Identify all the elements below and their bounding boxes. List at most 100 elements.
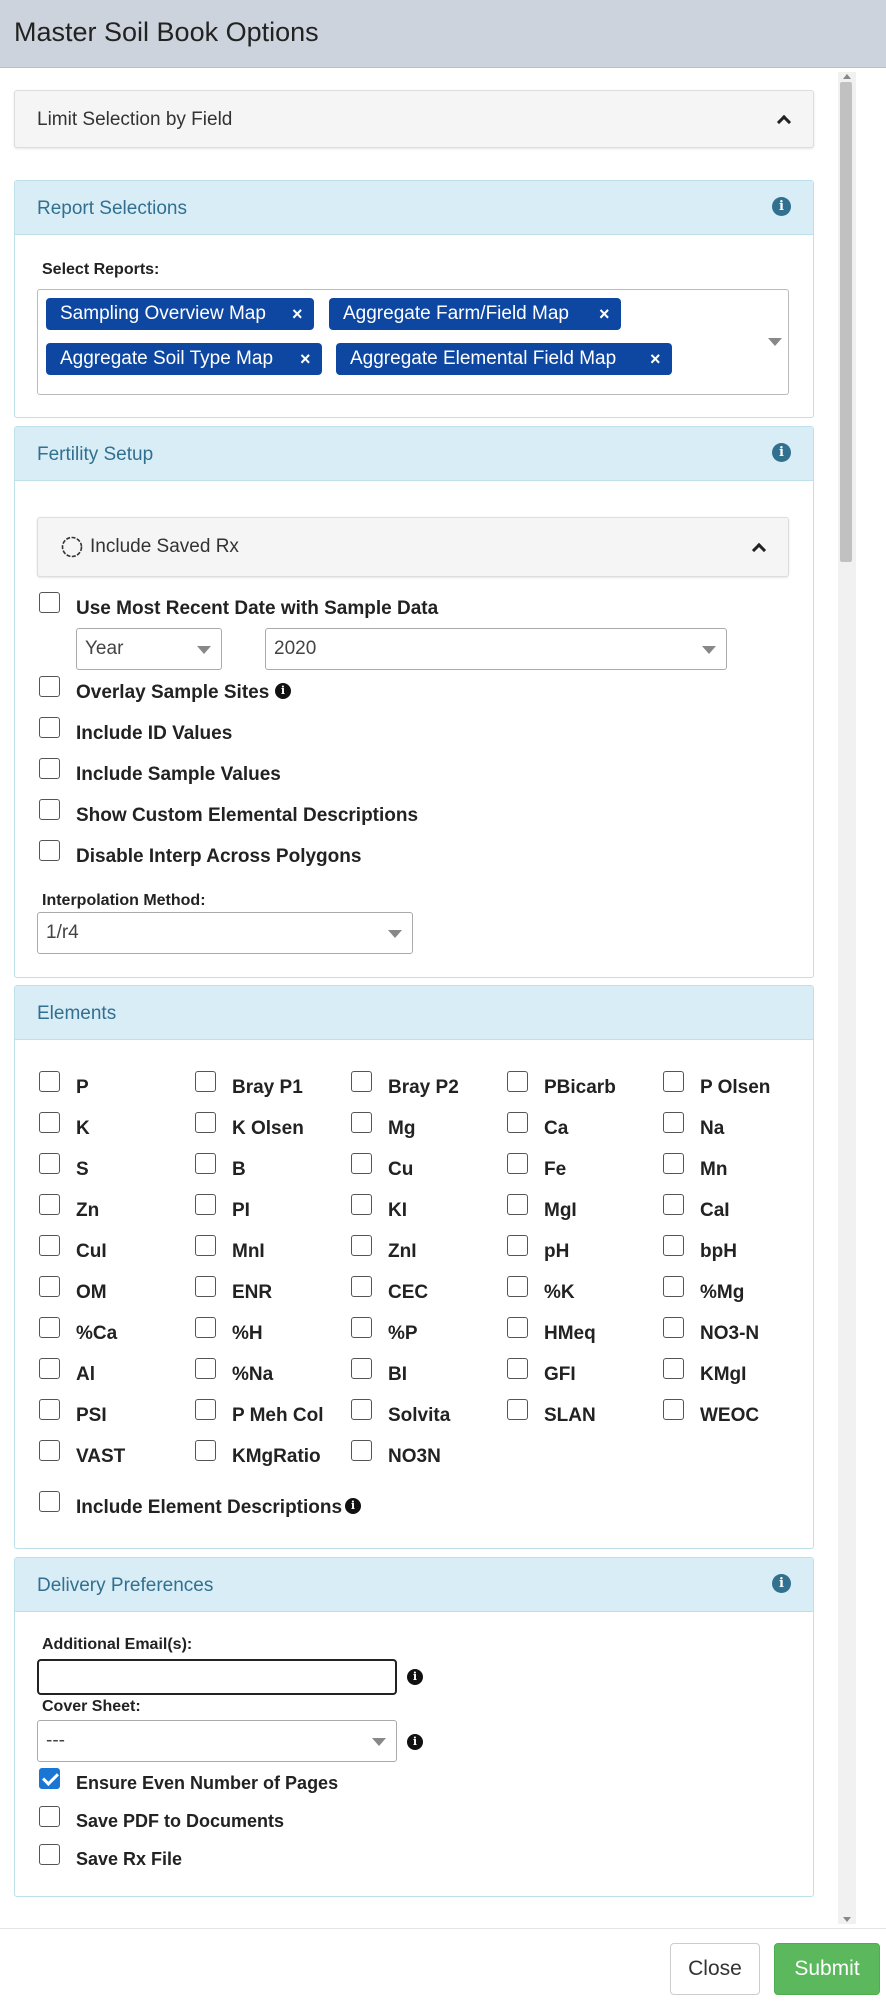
element-label: CuI (76, 1241, 107, 1262)
chevron-up-icon[interactable] (776, 114, 792, 130)
checkbox-element-pct-k[interactable] (507, 1276, 528, 1297)
checkbox-custom-elemental-descriptions[interactable] (39, 799, 60, 820)
element-label: P Meh Col (232, 1405, 324, 1426)
checkbox-element-no3n[interactable] (351, 1440, 372, 1461)
checkbox-element-pct-ca[interactable] (39, 1317, 60, 1338)
checkbox-element-no3-n[interactable] (663, 1317, 684, 1338)
elements-panel: Elements P Bray P1 Bray P2 PBicarb P Olsen K K… (14, 985, 814, 1549)
checkbox-element-zn[interactable] (39, 1194, 60, 1215)
save-rx-file-label: Save Rx File (76, 1849, 183, 1869)
checkbox-element-bi[interactable] (351, 1358, 372, 1379)
checkbox-element-ph[interactable] (507, 1235, 528, 1256)
element-label: MgI (544, 1200, 577, 1221)
checkbox-element-ki[interactable] (351, 1194, 372, 1215)
vertical-scrollbar[interactable] (838, 72, 856, 1924)
element-label: KI (388, 1200, 407, 1221)
element-label: K Olsen (232, 1118, 304, 1139)
checkbox-element-pct-na[interactable] (195, 1358, 216, 1379)
checkbox-element-k[interactable] (39, 1112, 60, 1133)
even-pages-label: Ensure Even Number of Pages (76, 1773, 339, 1793)
checkbox-element-s[interactable] (39, 1153, 60, 1174)
checkbox-element-ca[interactable] (507, 1112, 528, 1133)
checkbox-element-weoc[interactable] (663, 1399, 684, 1420)
checkbox-element-cui[interactable] (39, 1235, 60, 1256)
checkbox-element-solvita[interactable] (351, 1399, 372, 1420)
checkbox-element-mgi[interactable] (507, 1194, 528, 1215)
checkbox-most-recent-date[interactable] (39, 592, 60, 613)
checkbox-element-pct-p[interactable] (351, 1317, 372, 1338)
checkbox-element-pct-h[interactable] (195, 1317, 216, 1338)
scroll-down-arrow-icon[interactable] (843, 1917, 851, 1922)
dropdown-caret-icon[interactable] (768, 338, 782, 346)
checkbox-element-p-olsen[interactable] (663, 1071, 684, 1092)
checkbox-element-hmeq[interactable] (507, 1317, 528, 1338)
checkbox-element-p-meh-col[interactable] (195, 1399, 216, 1420)
checkbox-element-pct-mg[interactable] (663, 1276, 684, 1297)
checkbox-element-zni[interactable] (351, 1235, 372, 1256)
info-icon[interactable]: i (275, 683, 291, 699)
select-reports-multiselect[interactable]: Sampling Overview Map × Aggregate Farm/F… (37, 289, 789, 395)
scrollbar-thumb[interactable] (840, 82, 852, 562)
submit-button[interactable]: Submit (774, 1943, 880, 1995)
checkbox-element-cu[interactable] (351, 1153, 372, 1174)
checkbox-include-id-values[interactable] (39, 717, 60, 738)
additional-emails-input[interactable] (37, 1659, 397, 1695)
checkbox-element-bph[interactable] (663, 1235, 684, 1256)
checkbox-element-bray-p1[interactable] (195, 1071, 216, 1092)
checkbox-element-mn[interactable] (663, 1153, 684, 1174)
interpolation-method-select[interactable]: 1/r4 (37, 912, 413, 954)
info-icon[interactable]: i (407, 1669, 423, 1685)
year-select[interactable]: 2020 (265, 628, 727, 670)
checkbox-element-pbicarb[interactable] (507, 1071, 528, 1092)
checkbox-save-pdf[interactable] (39, 1806, 60, 1827)
limit-selection-panel[interactable]: Limit Selection by Field (14, 90, 814, 148)
element-label: %H (232, 1323, 263, 1344)
include-saved-rx-panel[interactable]: Include Saved Rx (37, 517, 789, 577)
checkbox-element-enr[interactable] (195, 1276, 216, 1297)
checkbox-element-vast[interactable] (39, 1440, 60, 1461)
info-icon[interactable]: i (407, 1734, 423, 1750)
elements-title: Elements (37, 1003, 117, 1024)
checkbox-element-mg[interactable] (351, 1112, 372, 1133)
checkbox-element-k-olsen[interactable] (195, 1112, 216, 1133)
checkbox-element-kmgratio[interactable] (195, 1440, 216, 1461)
checkbox-element-kmgi[interactable] (663, 1358, 684, 1379)
info-icon[interactable]: i (772, 443, 791, 462)
checkbox-element-al[interactable] (39, 1358, 60, 1379)
cover-sheet-select[interactable]: --- (37, 1720, 397, 1762)
remove-tag-icon[interactable]: × (300, 343, 311, 375)
period-select[interactable]: Year (76, 628, 222, 670)
info-icon[interactable]: i (345, 1498, 361, 1514)
remove-tag-icon[interactable]: × (650, 343, 661, 375)
checkbox-element-p[interactable] (39, 1071, 60, 1092)
include-id-values-label: Include ID Values (76, 723, 233, 744)
checkbox-element-mni[interactable] (195, 1235, 216, 1256)
checkbox-disable-interp[interactable] (39, 840, 60, 861)
checkbox-element-pi[interactable] (195, 1194, 216, 1215)
remove-tag-icon[interactable]: × (292, 298, 303, 330)
close-button[interactable]: Close (670, 1943, 760, 1995)
checkbox-element-b[interactable] (195, 1153, 216, 1174)
checkbox-include-element-descriptions[interactable] (39, 1491, 60, 1512)
checkbox-save-rx-file[interactable] (39, 1844, 60, 1865)
checkbox-element-gfi[interactable] (507, 1358, 528, 1379)
checkbox-include-sample-values[interactable] (39, 758, 60, 779)
checkbox-element-cai[interactable] (663, 1194, 684, 1215)
checkbox-element-psi[interactable] (39, 1399, 60, 1420)
scroll-up-arrow-icon[interactable] (843, 74, 851, 79)
checkbox-element-slan[interactable] (507, 1399, 528, 1420)
checkbox-element-om[interactable] (39, 1276, 60, 1297)
chevron-up-icon[interactable] (751, 542, 767, 558)
additional-emails-label: Additional Email(s): (42, 1636, 193, 1653)
element-label: HMeq (544, 1323, 596, 1344)
info-icon[interactable]: i (772, 1574, 791, 1593)
info-icon[interactable]: i (772, 197, 791, 216)
checkbox-element-bray-p2[interactable] (351, 1071, 372, 1092)
overlay-sample-sites-label: Overlay Sample Sites (76, 682, 270, 703)
checkbox-overlay-sample-sites[interactable] (39, 676, 60, 697)
checkbox-element-fe[interactable] (507, 1153, 528, 1174)
checkbox-element-na[interactable] (663, 1112, 684, 1133)
checkbox-element-cec[interactable] (351, 1276, 372, 1297)
checkbox-even-pages[interactable] (39, 1768, 60, 1789)
remove-tag-icon[interactable]: × (599, 298, 610, 330)
